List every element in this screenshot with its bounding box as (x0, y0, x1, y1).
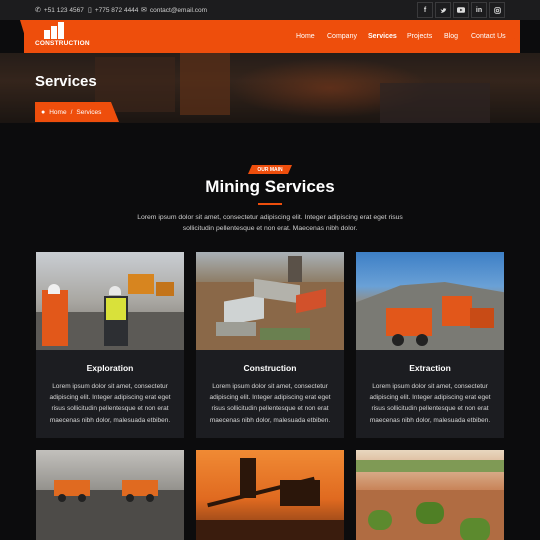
mobile-icon: ▯ (88, 7, 92, 14)
breadcrumb-current: Services (76, 108, 102, 116)
youtube-icon[interactable] (453, 2, 469, 18)
reclaimer-sunset-photo (196, 450, 344, 540)
page-title: Services (35, 73, 97, 90)
top-bar: ✆ +51 123 4567 ▯ +775 872 4444 ✉ contact… (0, 0, 540, 20)
phone-1-text: +51 123 4567 (43, 6, 84, 14)
extraction-photo (356, 252, 504, 350)
email-contact[interactable]: ✉ contact@email.com (141, 0, 207, 20)
facebook-icon[interactable]: f (417, 2, 433, 18)
logo-building-icon (44, 22, 64, 39)
breadcrumb: ● Home / Services (35, 102, 119, 122)
service-card-extraction[interactable]: Extraction Lorem ipsum dolor sit amet, c… (356, 252, 504, 438)
service-title-exploration: Exploration (86, 363, 134, 373)
nav-projects[interactable]: Projects (407, 33, 432, 40)
service-card-construction[interactable]: Construction Lorem ipsum dolor sit amet,… (196, 252, 344, 438)
service-title-construction: Construction (243, 363, 297, 373)
nav-blog[interactable]: Blog (444, 33, 458, 40)
phone-icon: ✆ (35, 7, 41, 14)
nav-home[interactable]: Home (296, 33, 315, 40)
reclamation-photo (356, 450, 504, 540)
email-text: contact@email.com (149, 6, 208, 14)
service-title-extraction: Extraction (409, 363, 451, 373)
envelope-icon: ✉ (141, 7, 147, 14)
nav-services[interactable]: Services (368, 33, 397, 40)
haul-trucks-photo (36, 450, 184, 540)
site-logo[interactable]: CONSTRUCTION (35, 22, 90, 50)
nav-contact-us[interactable]: Contact Us (471, 33, 506, 40)
service-text-exploration: Lorem ipsum dolor sit amet, consectetur … (49, 383, 171, 424)
phone-2-text: +775 872 4444 (94, 6, 139, 14)
section-kicker: OUR MAIN (248, 165, 292, 174)
service-card-reclamation[interactable] (356, 450, 504, 540)
service-card-haulage[interactable] (36, 450, 184, 540)
service-card-processing[interactable] (196, 450, 344, 540)
logo-text: CONSTRUCTION (35, 40, 90, 47)
phone-contact-2[interactable]: ▯ +775 872 4444 (88, 0, 138, 20)
nav-company[interactable]: Company (327, 33, 357, 40)
location-pin-icon: ● (41, 108, 46, 116)
construction-photo (196, 252, 344, 350)
twitter-icon[interactable] (435, 2, 451, 18)
section-description: Lorem ipsum dolor sit amet, consectetur … (137, 214, 403, 232)
phone-contact-1[interactable]: ✆ +51 123 4567 (35, 0, 84, 20)
breadcrumb-separator: / (70, 108, 73, 116)
exploration-photo (36, 252, 184, 350)
title-underline (258, 203, 282, 205)
section-title: Mining Services (205, 177, 335, 196)
service-text-construction: Lorem ipsum dolor sit amet, consectetur … (209, 383, 331, 424)
instagram-icon[interactable] (489, 2, 505, 18)
service-text-extraction: Lorem ipsum dolor sit amet, consectetur … (369, 383, 491, 424)
linkedin-icon[interactable]: in (471, 2, 487, 18)
breadcrumb-home[interactable]: Home (49, 109, 66, 116)
service-card-exploration[interactable]: Exploration Lorem ipsum dolor sit amet, … (36, 252, 184, 438)
social-links: f in (417, 2, 505, 18)
